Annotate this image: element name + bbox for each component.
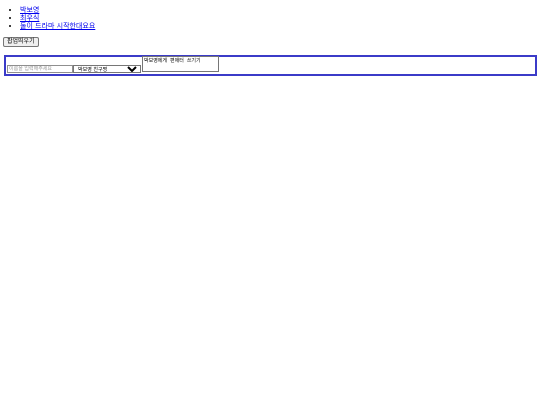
link-park-boyoung[interactable]: 박보영 [20,6,39,14]
name-input[interactable] [7,65,73,73]
open-popup-button[interactable]: 팝업띄우기 [3,37,39,47]
friend-select[interactable]: 박보영 친구명 [73,65,141,73]
list-item: 최우식 [20,14,95,22]
link-choi-woosik[interactable]: 최우식 [20,14,39,22]
list-item: 둘이 드라마 시작한대요요 [20,22,95,30]
link-drama-announcement[interactable]: 둘이 드라마 시작한대요요 [20,22,95,30]
page: 박보영 최우식 둘이 드라마 시작한대요요 팝업띄우기 박보영 친구명 박보영에… [0,0,540,405]
letter-form: 박보영 친구명 박보영에게 편애터 쓰기기 [4,55,537,76]
link-list: 박보영 최우식 둘이 드라마 시작한대요요 [9,6,95,30]
list-item: 박보영 [20,6,95,14]
letter-textarea[interactable]: 박보영에게 편애터 쓰기기 [142,56,219,72]
